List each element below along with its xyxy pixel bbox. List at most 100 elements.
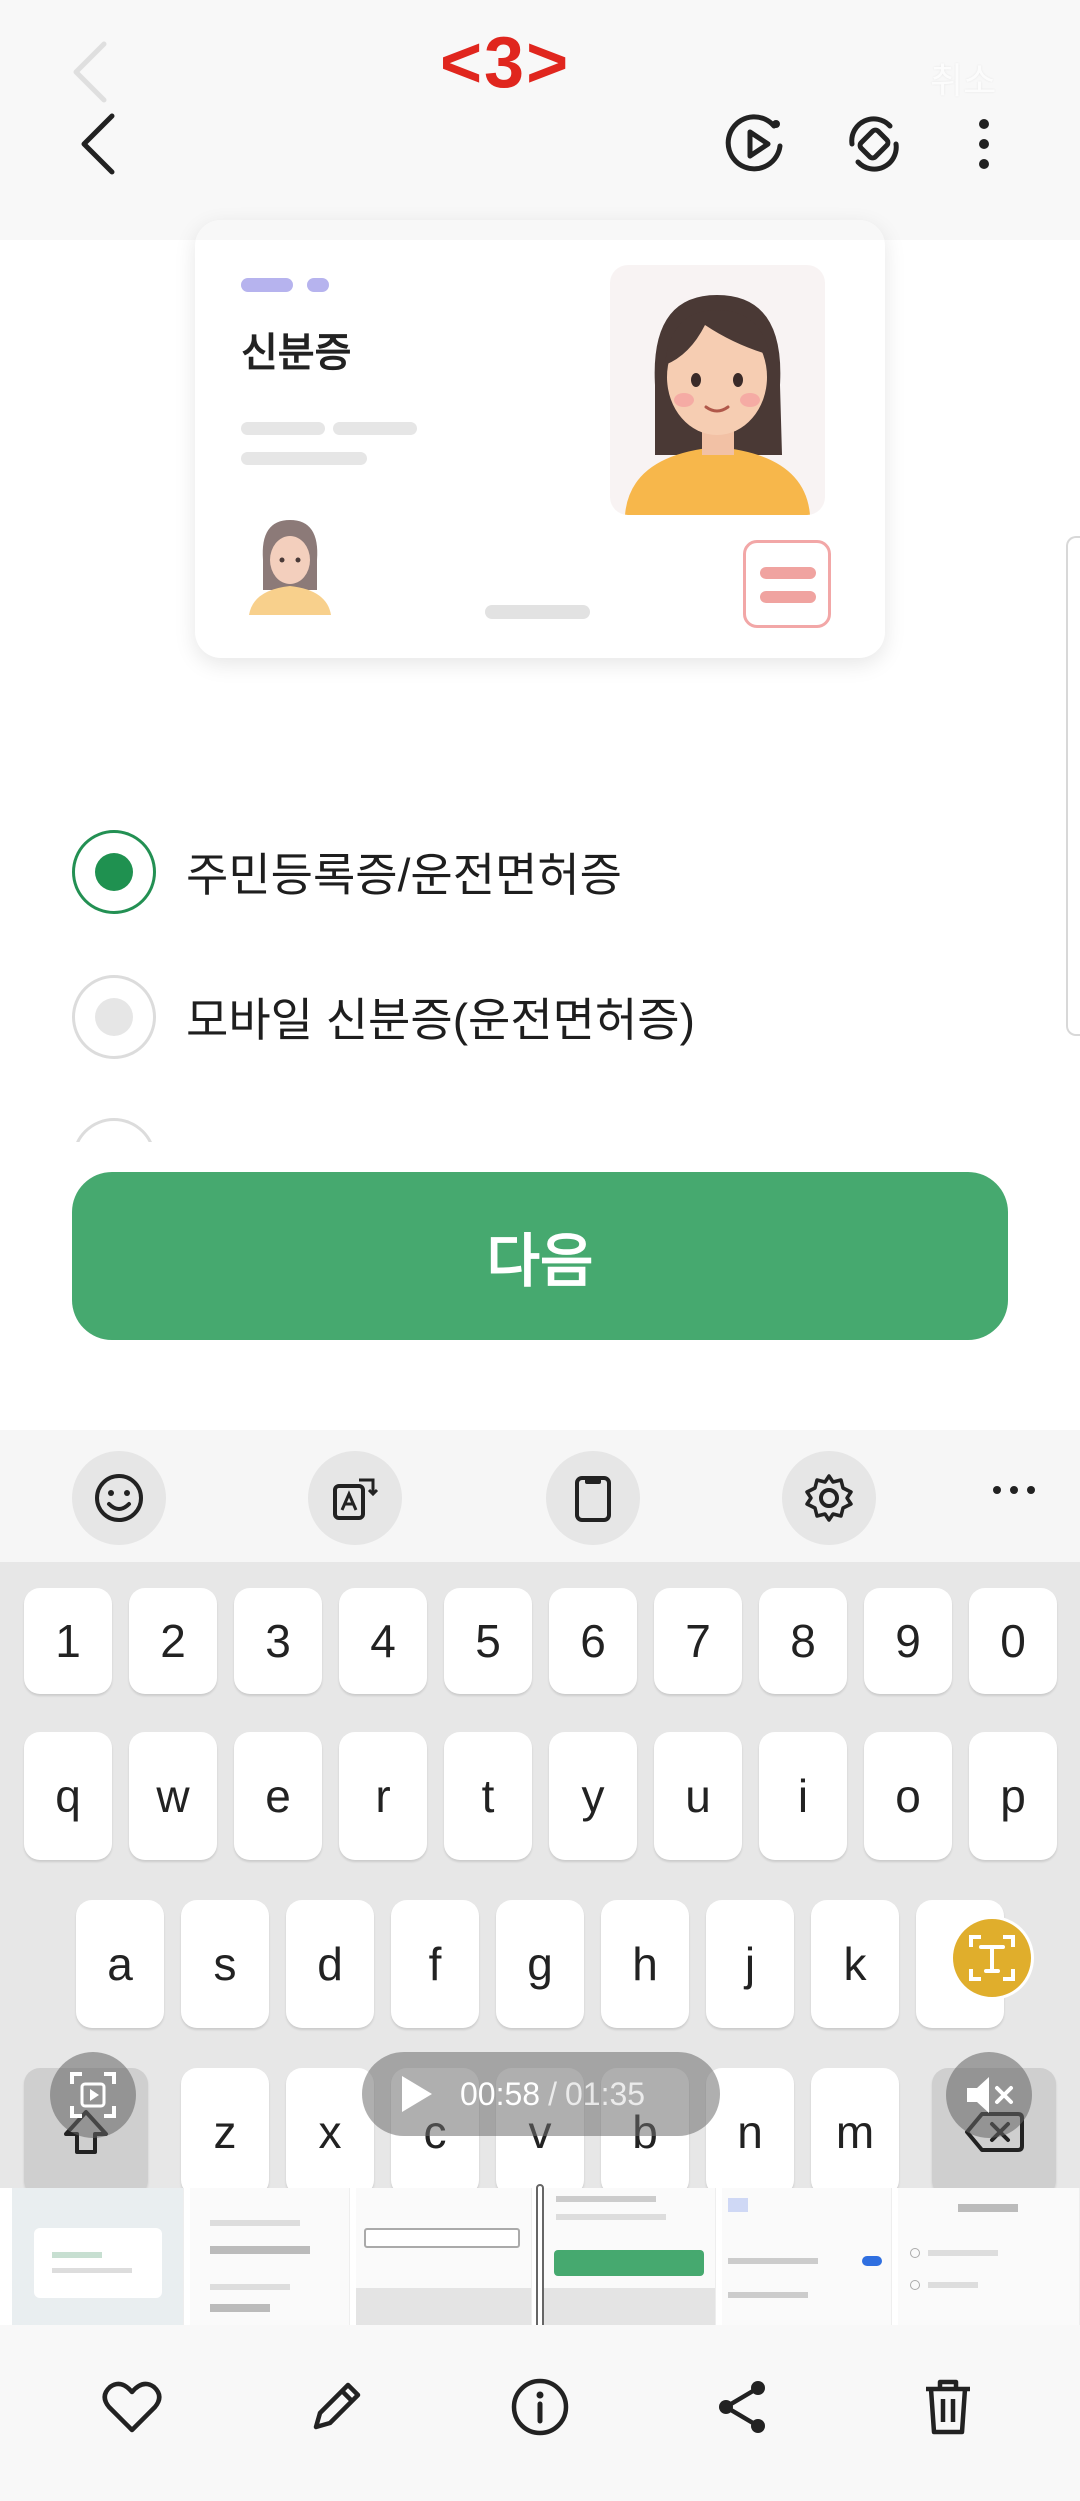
more-vertical-icon <box>979 119 989 169</box>
card-pill <box>241 278 293 292</box>
radio-button-checked[interactable] <box>72 830 156 914</box>
key-5[interactable]: 5 <box>444 1588 532 1694</box>
screen-capture-button[interactable] <box>50 2052 136 2138</box>
key-0[interactable]: 0 <box>969 1588 1057 1694</box>
video-playback-control[interactable]: 00:58 / 01:35 <box>362 2052 720 2136</box>
favorite-button[interactable] <box>90 2365 174 2449</box>
auto-rotate-icon <box>849 116 899 172</box>
capture-frame-icon <box>70 2072 116 2118</box>
radio-button-partial[interactable] <box>72 1118 156 1142</box>
woman-avatar-icon <box>625 295 810 515</box>
emoji-button[interactable] <box>72 1451 166 1545</box>
motion-play-icon <box>725 114 783 172</box>
key-8[interactable]: 8 <box>759 1588 847 1694</box>
filmstrip-frame <box>544 2188 716 2325</box>
filmstrip-frame <box>722 2188 892 2325</box>
edit-button[interactable] <box>294 2365 378 2449</box>
key-a[interactable]: a <box>76 1900 164 2028</box>
key-2[interactable]: 2 <box>129 1588 217 1694</box>
key-j[interactable]: j <box>706 1900 794 2028</box>
filmstrip-frame <box>12 2188 184 2325</box>
key-7[interactable]: 7 <box>654 1588 742 1694</box>
card-title: 신분증 <box>241 331 352 375</box>
key-s[interactable]: s <box>181 1900 269 2028</box>
clipboard-button[interactable] <box>546 1451 640 1545</box>
share-icon <box>719 2381 765 2433</box>
key-i[interactable]: i <box>759 1732 847 1860</box>
key-m[interactable]: m <box>811 2068 899 2196</box>
delete-icon <box>926 2379 970 2435</box>
scroll-edge <box>1066 536 1080 1036</box>
key-u[interactable]: u <box>654 1732 742 1860</box>
keyboard-more-button[interactable] <box>984 1460 1044 1520</box>
motion-play-button[interactable] <box>720 108 792 180</box>
details-button[interactable] <box>498 2365 582 2449</box>
mute-button[interactable] <box>946 2052 1032 2138</box>
keyboard-toolbar <box>0 1430 1080 1562</box>
bottom-action-bar <box>0 2325 1080 2501</box>
card-pill <box>307 278 329 292</box>
key-k[interactable]: k <box>811 1900 899 2028</box>
key-g[interactable]: g <box>496 1900 584 2028</box>
key-4[interactable]: 4 <box>339 1588 427 1694</box>
stamp-mark <box>743 540 831 628</box>
heart-icon <box>102 2381 162 2433</box>
step-label: <3> <box>440 23 571 103</box>
key-d[interactable]: d <box>286 1900 374 2028</box>
key-f[interactable]: f <box>391 1900 479 2028</box>
info-icon <box>511 2378 569 2436</box>
text-extract-icon <box>969 1935 1015 1981</box>
key-p[interactable]: p <box>969 1732 1057 1860</box>
auto-rotate-button[interactable] <box>838 108 910 180</box>
ghost-back-icon <box>70 40 110 109</box>
id-card-illustration: 신분증 <box>195 220 885 658</box>
option-mobile-id[interactable]: 모바일 신분증(운전면허증) <box>72 975 695 1059</box>
filmstrip-playhead[interactable] <box>536 2184 544 2330</box>
filmstrip-frame <box>190 2188 350 2325</box>
key-w[interactable]: w <box>129 1732 217 1860</box>
key-3[interactable]: 3 <box>234 1588 322 1694</box>
video-current-time: 00:58 <box>460 2075 541 2112</box>
next-button[interactable]: 다음 <box>72 1172 1008 1340</box>
small-avatar <box>245 510 335 615</box>
key-1[interactable]: 1 <box>24 1588 112 1694</box>
more-options-button[interactable] <box>948 108 1020 180</box>
back-button[interactable] <box>66 104 130 184</box>
delete-button[interactable] <box>906 2365 990 2449</box>
clipboard-icon <box>575 1476 611 1522</box>
ghost-cancel-text: 취소 <box>930 60 997 101</box>
key-r[interactable]: r <box>339 1732 427 1860</box>
edit-icon <box>313 2382 361 2430</box>
mute-icon <box>967 2077 1013 2113</box>
key-y[interactable]: y <box>549 1732 637 1860</box>
key-x[interactable]: x <box>286 2068 374 2196</box>
key-6[interactable]: 6 <box>549 1588 637 1694</box>
play-icon <box>402 2076 432 2112</box>
key-o[interactable]: o <box>864 1732 952 1860</box>
screen: 취소 <3> 신분증 주민등록증/운전면허증 모바일 신분증(운전면허증) 다음… <box>0 0 1080 2501</box>
back-icon <box>81 113 115 175</box>
key-9[interactable]: 9 <box>864 1588 952 1694</box>
keyboard-settings-button[interactable] <box>782 1451 876 1545</box>
key-e[interactable]: e <box>234 1732 322 1860</box>
text-extract-button[interactable] <box>950 1916 1034 2000</box>
emoji-icon <box>95 1474 143 1522</box>
option-resident-id[interactable]: 주민등록증/운전면허증 <box>72 830 622 914</box>
translate-button[interactable] <box>308 1451 402 1545</box>
filmstrip-frame <box>356 2188 532 2325</box>
translate-icon <box>333 1478 379 1520</box>
key-h[interactable]: h <box>601 1900 689 2028</box>
video-separator: / <box>548 2075 557 2112</box>
woman-small-icon <box>249 520 331 615</box>
option-label: 모바일 신분증(운전면허증) <box>186 994 695 1046</box>
key-z[interactable]: z <box>181 2068 269 2196</box>
settings-icon <box>805 1474 853 1522</box>
share-button[interactable] <box>700 2365 784 2449</box>
key-q[interactable]: q <box>24 1732 112 1860</box>
radio-button[interactable] <box>72 975 156 1059</box>
portrait-photo <box>610 265 825 515</box>
key-t[interactable]: t <box>444 1732 532 1860</box>
more-horizontal-icon <box>993 1486 1035 1494</box>
option-label: 주민등록증/운전면허증 <box>186 849 622 901</box>
app-header: 취소 <3> <box>0 0 1080 240</box>
